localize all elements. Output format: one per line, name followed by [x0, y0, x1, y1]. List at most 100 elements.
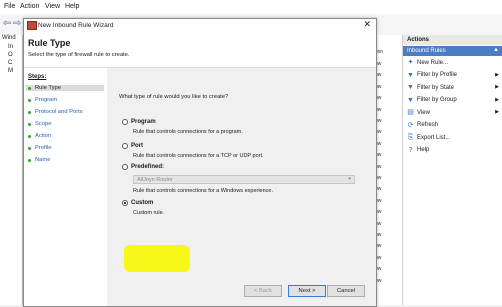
step-label: Profile [35, 145, 52, 151]
menu-action[interactable]: Action [20, 3, 39, 10]
back-button[interactable]: < Back [244, 285, 282, 297]
action-label: Help [417, 147, 430, 153]
tree-item[interactable]: O [8, 52, 13, 58]
submenu-arrow-icon[interactable]: ▶ [495, 109, 499, 115]
step-label: Rule Type [35, 85, 61, 91]
step-item: Scope [28, 121, 51, 127]
radio-button-selected[interactable] [122, 200, 128, 206]
rule-type-question: What type of rule would you like to crea… [119, 94, 229, 100]
action-label: Filter by Group [417, 97, 457, 103]
tree-item[interactable]: C [8, 60, 12, 66]
actions-section-inbound[interactable]: Inbound Rules ▲ [403, 46, 502, 56]
radio-button[interactable] [122, 119, 128, 125]
action-item[interactable]: ✦ New Rule... [407, 59, 448, 66]
action-item[interactable]: ? Help [407, 146, 430, 154]
step-item: Name [28, 157, 50, 163]
refresh-icon: ⟳ [407, 121, 414, 129]
tree-item[interactable]: In [8, 44, 13, 50]
option-label: Custom [131, 200, 154, 206]
action-item[interactable]: ⎘ Export List... [407, 134, 451, 141]
step-label: Program [35, 97, 58, 103]
next-button[interactable]: Next > [288, 285, 326, 297]
menu-bar: File Action View Help [0, 0, 502, 14]
submenu-arrow-icon[interactable]: ▶ [495, 72, 499, 78]
radio-custom[interactable]: Custom [122, 200, 153, 206]
wizard-titlebar: New Inbound Rule Wizard ✕ [24, 19, 376, 31]
export-icon: ⎘ [407, 134, 414, 141]
steps-panel: Steps: Rule Type Program Protocol and Port… [24, 68, 107, 306]
menu-file[interactable]: File [4, 3, 15, 10]
action-label: View [417, 109, 430, 116]
console-tree: Wind In O C M [0, 35, 23, 305]
action-item[interactable]: ⟳ Refresh [407, 122, 438, 129]
action-label: Refresh [417, 122, 439, 128]
radio-port[interactable]: Port [122, 143, 143, 149]
tree-item[interactable]: M [8, 68, 13, 74]
option-description: Rule that controls connections for a Win… [133, 188, 274, 194]
page-subtitle: Select the type of firewall rule to crea… [28, 52, 130, 58]
step-dot-icon [28, 146, 31, 150]
submenu-arrow-icon[interactable]: ▶ [495, 84, 499, 90]
back-arrow-icon[interactable]: ⇦ [3, 18, 11, 29]
filter-icon: ▼ [407, 84, 414, 91]
filter-icon: ▼ [407, 96, 414, 104]
step-dot-icon [28, 110, 31, 114]
filter-icon: ▼ [407, 71, 414, 79]
radio-program[interactable]: Program [122, 119, 156, 125]
option-label: Program [131, 119, 156, 125]
step-dot-icon [28, 134, 31, 138]
wizard-title: New Inbound Rule Wizard [38, 22, 114, 29]
step-dot-icon [28, 122, 31, 126]
option-description: Custom rule. [133, 210, 165, 216]
chevron-down-icon[interactable]: ▾ [348, 176, 351, 182]
menu-help[interactable]: Help [65, 3, 79, 10]
step-item: Action [28, 133, 51, 139]
option-description: Rule that controls connections for a TCP… [133, 153, 264, 159]
radio-button[interactable] [122, 143, 128, 149]
page-title: Rule Type [28, 38, 71, 48]
cancel-button[interactable]: Cancel [327, 285, 365, 297]
yellow-highlight [124, 245, 190, 272]
step-dot-icon [28, 158, 31, 162]
menu-view[interactable]: View [45, 3, 60, 10]
new-inbound-rule-wizard: New Inbound Rule Wizard ✕ Rule Type Sele… [23, 18, 377, 307]
help-icon: ? [408, 146, 413, 154]
wizard-content: What type of rule would you like to crea… [107, 68, 376, 306]
actions-pane: Actions Inbound Rules ▲ ✦ New Rule... ▼ Fil… [402, 35, 502, 305]
step-label: Scope [35, 121, 52, 127]
action-item[interactable]: ▤ View [407, 109, 430, 116]
step-item: Program [28, 97, 57, 103]
view-icon: ▤ [407, 109, 414, 116]
predefined-select[interactable]: AllJoyn Router ▾ [133, 175, 355, 184]
step-item: Profile [28, 145, 51, 151]
step-label: Name [35, 157, 51, 163]
step-dot-icon [28, 86, 31, 90]
wizard-header: Rule Type Select the type of firewall ru… [24, 31, 376, 68]
actions-title: Actions [403, 35, 502, 45]
close-icon[interactable]: ✕ [363, 19, 371, 30]
step-item: Protocol and Ports [28, 109, 83, 115]
action-label: Export List... [417, 134, 451, 141]
action-label: Filter by Profile [417, 72, 458, 78]
action-label: New Rule... [417, 59, 449, 66]
radio-button[interactable] [122, 164, 128, 170]
action-item[interactable]: ▼ Filter by Group [407, 97, 457, 104]
action-item[interactable]: ▼ Filter by State [407, 84, 454, 91]
step-item: Rule Type [26, 85, 104, 91]
firewall-icon [27, 21, 37, 30]
step-label: Protocol and Ports [35, 109, 83, 115]
radio-predefined[interactable]: Predefined: [122, 164, 164, 170]
tree-item[interactable]: Wind [2, 35, 16, 41]
action-item[interactable]: ▼ Filter by Profile [407, 72, 457, 79]
option-label: Port [131, 143, 143, 149]
actions-section-label: Inbound Rules [407, 48, 446, 54]
forward-arrow-icon[interactable]: ⇨ [13, 18, 21, 29]
option-description: Rule that controls connections for a pro… [133, 129, 243, 135]
steps-label: Steps: [28, 74, 47, 80]
submenu-arrow-icon[interactable]: ▶ [495, 97, 499, 103]
action-label: Filter by State [417, 84, 455, 91]
predefined-value: AllJoyn Router [137, 177, 173, 183]
option-label: Predefined: [131, 164, 165, 170]
collapse-up-icon[interactable]: ▲ [493, 47, 499, 53]
new-rule-icon: ✦ [407, 59, 414, 66]
